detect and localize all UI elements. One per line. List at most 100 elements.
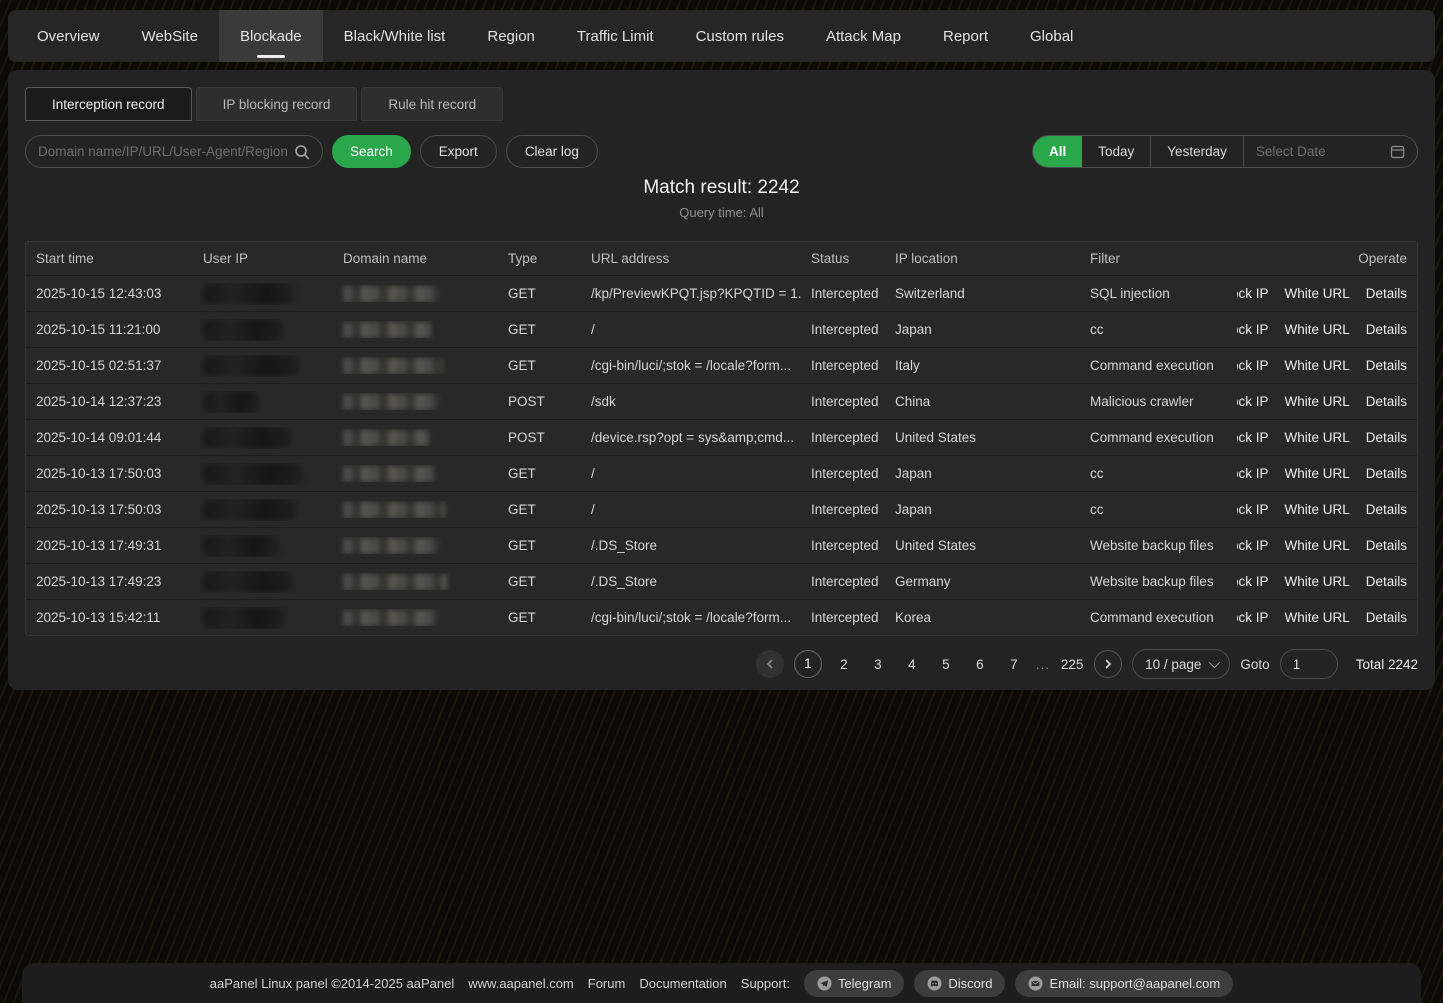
user-ip-cell — [193, 535, 333, 557]
redacted-domain-name — [343, 430, 429, 446]
website-link[interactable]: www.aapanel.com — [468, 976, 574, 991]
filter-cell: Command execution — [1080, 358, 1237, 373]
block-ip-link[interactable]: Block IP — [1237, 358, 1268, 373]
forum-link[interactable]: Forum — [588, 976, 626, 991]
next-page-button[interactable] — [1094, 650, 1122, 678]
white-url-link[interactable]: White URL — [1284, 430, 1349, 445]
redacted-user-ip — [203, 355, 299, 377]
col-url-address: URL address — [581, 251, 801, 266]
subtab-rule-hit-record[interactable]: Rule hit record — [361, 87, 503, 121]
details-link[interactable]: Details — [1366, 466, 1407, 481]
table-row: 2025-10-13 17:50:03 GET / Intercepted Ja… — [26, 455, 1417, 491]
domain-name-cell — [333, 429, 498, 445]
page-number-3[interactable]: 3 — [866, 657, 890, 672]
white-url-link[interactable]: White URL — [1284, 394, 1349, 409]
nav-tab-traffic-limit[interactable]: Traffic Limit — [556, 10, 675, 62]
block-ip-link[interactable]: Block IP — [1237, 394, 1268, 409]
page-number-1[interactable]: 1 — [794, 650, 822, 678]
white-url-link[interactable]: White URL — [1284, 538, 1349, 553]
white-url-link[interactable]: White URL — [1284, 358, 1349, 373]
goto-page-input[interactable] — [1280, 649, 1338, 679]
nav-tab-custom-rules[interactable]: Custom rules — [675, 10, 805, 62]
user-ip-cell — [193, 283, 333, 305]
block-ip-link[interactable]: Block IP — [1237, 466, 1268, 481]
time-filter-today[interactable]: Today — [1082, 136, 1151, 167]
start-time-cell: 2025-10-13 17:50:03 — [26, 502, 193, 517]
discord-icon — [927, 976, 942, 991]
nav-tab-attack-map[interactable]: Attack Map — [805, 10, 922, 62]
white-url-link[interactable]: White URL — [1284, 286, 1349, 301]
details-link[interactable]: Details — [1366, 394, 1407, 409]
block-ip-link[interactable]: Block IP — [1237, 538, 1268, 553]
page-size-select[interactable]: 10 / page — [1132, 649, 1230, 679]
white-url-link[interactable]: White URL — [1284, 502, 1349, 517]
status-cell: Intercepted — [801, 286, 885, 301]
operate-cell: Block IP White URL Details — [1237, 358, 1417, 373]
details-link[interactable]: Details — [1366, 430, 1407, 445]
redacted-user-ip — [203, 571, 293, 593]
time-filter-all[interactable]: All — [1033, 136, 1082, 167]
details-link[interactable]: Details — [1366, 574, 1407, 589]
prev-page-button[interactable] — [756, 650, 784, 678]
support-button-discord[interactable]: Discord — [914, 970, 1005, 997]
search-box[interactable] — [25, 135, 323, 168]
table-row: 2025-10-13 17:49:31 GET /.DS_Store Inter… — [26, 527, 1417, 563]
white-url-link[interactable]: White URL — [1284, 574, 1349, 589]
domain-name-cell — [333, 501, 498, 517]
status-cell: Intercepted — [801, 538, 885, 553]
time-filter-yesterday[interactable]: Yesterday — [1151, 136, 1244, 167]
url-cell: /sdk — [581, 394, 801, 409]
details-link[interactable]: Details — [1366, 322, 1407, 337]
page-number-7[interactable]: 7 — [1002, 657, 1026, 672]
start-time-cell: 2025-10-13 17:50:03 — [26, 466, 193, 481]
page-number-6[interactable]: 6 — [968, 657, 992, 672]
filter-cell: Malicious crawler — [1080, 394, 1237, 409]
nav-tab-website[interactable]: WebSite — [121, 10, 219, 62]
match-result-text: Match result: 2242 — [25, 177, 1418, 199]
ip-location-cell: United States — [885, 430, 1080, 445]
block-ip-link[interactable]: Block IP — [1237, 502, 1268, 517]
user-ip-cell — [193, 319, 333, 341]
details-link[interactable]: Details — [1366, 502, 1407, 517]
nav-tab-blockade[interactable]: Blockade — [219, 10, 323, 62]
ip-location-cell: Japan — [885, 466, 1080, 481]
white-url-link[interactable]: White URL — [1284, 610, 1349, 625]
clear-log-button[interactable]: Clear log — [506, 135, 598, 168]
search-input[interactable] — [38, 144, 294, 159]
export-button[interactable]: Export — [420, 135, 497, 168]
page-number-5[interactable]: 5 — [934, 657, 958, 672]
white-url-link[interactable]: White URL — [1284, 322, 1349, 337]
details-link[interactable]: Details — [1366, 538, 1407, 553]
page-number-225[interactable]: 225 — [1060, 657, 1084, 672]
domain-name-cell — [333, 285, 498, 301]
blockade-panel: Interception record IP blocking record R… — [8, 70, 1435, 690]
block-ip-link[interactable]: Block IP — [1237, 610, 1268, 625]
col-filter: Filter — [1080, 251, 1237, 266]
subtab-interception-record[interactable]: Interception record — [25, 87, 192, 121]
url-cell: /cgi-bin/luci/;stok = /locale?form... — [581, 358, 801, 373]
nav-tab-overview[interactable]: Overview — [16, 10, 121, 62]
date-picker[interactable]: Select Date — [1244, 136, 1417, 167]
nav-tab-global[interactable]: Global — [1009, 10, 1094, 62]
white-url-link[interactable]: White URL — [1284, 466, 1349, 481]
nav-tab-region[interactable]: Region — [466, 10, 556, 62]
support-button-email[interactable]: Email: support@aapanel.com — [1015, 970, 1233, 997]
details-link[interactable]: Details — [1366, 610, 1407, 625]
block-ip-link[interactable]: Block IP — [1237, 286, 1268, 301]
nav-tab-label: Black/White list — [344, 28, 446, 45]
page-number-2[interactable]: 2 — [832, 657, 856, 672]
documentation-link[interactable]: Documentation — [639, 976, 726, 991]
details-link[interactable]: Details — [1366, 358, 1407, 373]
details-link[interactable]: Details — [1366, 286, 1407, 301]
block-ip-link[interactable]: Block IP — [1237, 430, 1268, 445]
nav-tab-black-white-list[interactable]: Black/White list — [323, 10, 467, 62]
nav-tab-report[interactable]: Report — [922, 10, 1009, 62]
start-time-cell: 2025-10-13 15:42:11 — [26, 610, 193, 625]
support-button-telegram[interactable]: Telegram — [804, 970, 904, 997]
subtab-ip-blocking-record[interactable]: IP blocking record — [196, 87, 358, 121]
block-ip-link[interactable]: Block IP — [1237, 322, 1268, 337]
search-button[interactable]: Search — [332, 135, 411, 168]
page-number-4[interactable]: 4 — [900, 657, 924, 672]
block-ip-link[interactable]: Block IP — [1237, 574, 1268, 589]
redacted-domain-name — [343, 394, 439, 410]
